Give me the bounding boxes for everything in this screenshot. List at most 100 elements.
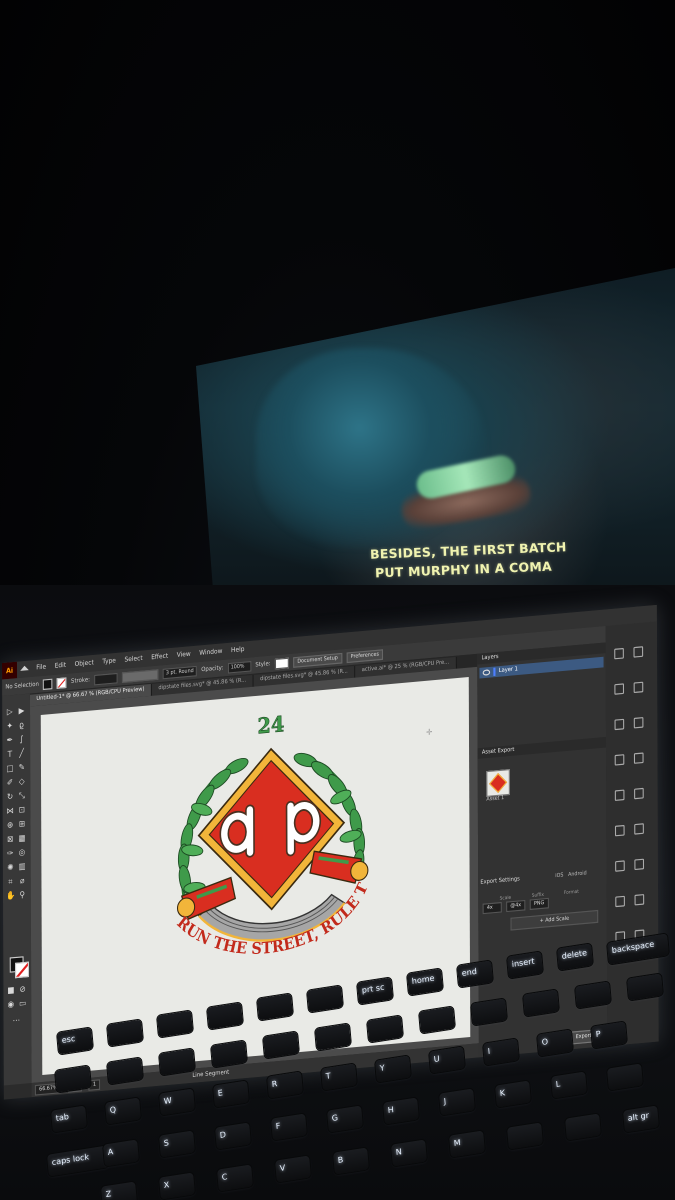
curvature-tool-icon[interactable]: ∫: [17, 734, 26, 744]
stroke-swatch[interactable]: [57, 676, 67, 689]
shaper-tool-icon[interactable]: ✐: [6, 778, 15, 788]
home-icon[interactable]: [17, 660, 32, 678]
swatches-icon[interactable]: [633, 681, 644, 694]
menu-effect[interactable]: Effect: [147, 653, 173, 662]
menu-type[interactable]: Type: [98, 657, 120, 666]
gradient-panel-icon[interactable]: [633, 752, 644, 764]
format-caption: Format: [563, 887, 579, 896]
eraser-tool-icon[interactable]: ◇: [17, 777, 26, 787]
libraries-icon[interactable]: [633, 646, 644, 658]
menu-select[interactable]: Select: [120, 655, 147, 664]
emblem-artwork[interactable]: 24 RUN THE STREET, RULE THE STATE: [142, 700, 400, 1006]
key-label: H: [387, 1104, 395, 1115]
zoom-tool-icon[interactable]: ⚲: [18, 890, 27, 900]
menu-edit[interactable]: Edit: [50, 662, 70, 671]
appearance-icon[interactable]: [634, 787, 644, 800]
asset-thumbnail[interactable]: [486, 769, 510, 798]
menu-file[interactable]: File: [32, 663, 50, 672]
align-icon[interactable]: [634, 823, 644, 835]
perspective-grid-tool-icon[interactable]: ⊞: [18, 819, 27, 829]
direct-selection-tool-icon[interactable]: ▶: [17, 706, 26, 716]
graphic-styles-icon[interactable]: [614, 824, 625, 837]
hand-tool-icon[interactable]: ✋: [6, 891, 15, 901]
brushes-icon[interactable]: [614, 718, 625, 731]
canvas-area[interactable]: 24 RUN THE STREET, RULE THE STATE ✛: [30, 666, 479, 1083]
key-prt-sc[interactable]: prt sc: [357, 977, 393, 1005]
artboard-tool-icon[interactable]: ⌗: [6, 877, 15, 887]
more-tools-icon[interactable]: ⋯: [12, 1015, 21, 1026]
key-n[interactable]: N: [391, 1139, 427, 1167]
suffix-field[interactable]: @4x: [506, 899, 526, 913]
key-unlabeled-1-11[interactable]: [627, 973, 663, 1001]
key-h[interactable]: H: [383, 1097, 419, 1125]
menu-window[interactable]: Window: [195, 648, 227, 658]
draw-mode-icon[interactable]: ◉: [7, 999, 16, 1010]
color-mode-icon[interactable]: ■: [7, 985, 16, 995]
scale-select[interactable]: 4x: [482, 901, 502, 915]
brush-select[interactable]: 3 pt. Round: [162, 665, 197, 679]
pen-tool-icon[interactable]: ✒: [6, 735, 15, 745]
add-scale-button[interactable]: + Add Scale: [510, 909, 599, 931]
paintbrush-tool-icon[interactable]: ✎: [17, 762, 26, 772]
mesh-tool-icon[interactable]: ⊠: [6, 834, 15, 844]
color-icon[interactable]: [614, 683, 625, 695]
free-transform-tool-icon[interactable]: ⊡: [18, 805, 27, 815]
lasso-tool-icon[interactable]: ϱ: [17, 720, 26, 730]
key-label: A: [107, 1146, 114, 1157]
line-segment-tool-icon[interactable]: ╱: [17, 748, 26, 758]
opacity-label: Opacity:: [201, 664, 224, 674]
opacity-field[interactable]: 100%: [227, 660, 252, 674]
screen-mode-icon[interactable]: ▭: [18, 998, 27, 1008]
format-select[interactable]: PNG: [529, 897, 549, 911]
style-swatch[interactable]: [274, 657, 289, 669]
key-label: C: [221, 1172, 228, 1182]
gradient-tool-icon[interactable]: ▦: [18, 833, 27, 843]
stroke-weight-field[interactable]: [94, 672, 118, 685]
width-tool-icon[interactable]: ⋈: [6, 806, 15, 816]
menu-view[interactable]: View: [172, 651, 195, 660]
key-a[interactable]: A: [103, 1139, 139, 1167]
stroke-color-swatch[interactable]: [15, 961, 30, 979]
scale-tool-icon[interactable]: ⤡: [18, 791, 27, 801]
key-y[interactable]: Y: [375, 1055, 411, 1083]
blend-tool-icon[interactable]: ◎: [18, 847, 27, 857]
menu-help[interactable]: Help: [227, 646, 249, 655]
visibility-eye-icon[interactable]: [482, 669, 491, 676]
document-setup-button[interactable]: Document Setup: [293, 652, 343, 668]
magic-wand-tool-icon[interactable]: ✦: [5, 721, 14, 731]
transparency-icon[interactable]: [614, 789, 625, 801]
key-unlabeled-0-1[interactable]: [107, 1019, 143, 1047]
transform-icon[interactable]: [634, 858, 645, 871]
key-unlabeled-1-1[interactable]: [107, 1057, 143, 1085]
selection-tool-icon[interactable]: ▷: [5, 707, 14, 717]
fill-swatch[interactable]: [43, 677, 53, 690]
key-label: P: [595, 1029, 602, 1040]
type-tool-icon[interactable]: T: [6, 749, 15, 759]
key-q[interactable]: Q: [105, 1097, 141, 1125]
pathfinder-icon[interactable]: [615, 860, 625, 872]
key-label: F: [275, 1121, 281, 1132]
rotate-tool-icon[interactable]: ↻: [6, 792, 15, 802]
android-tab[interactable]: Android: [568, 871, 587, 879]
export-settings-label[interactable]: Export Settings: [480, 877, 520, 886]
rectangle-tool-icon[interactable]: □: [6, 763, 15, 774]
key-label: E: [217, 1088, 224, 1098]
paragraph-icon[interactable]: [634, 894, 645, 906]
properties-icon[interactable]: [614, 647, 624, 660]
symbol-sprayer-tool-icon[interactable]: ✺: [6, 863, 15, 873]
slice-tool-icon[interactable]: ⌀: [18, 876, 27, 886]
none-mode-icon[interactable]: ⊘: [18, 984, 27, 994]
stroke-panel-icon[interactable]: [614, 754, 625, 766]
character-icon[interactable]: [615, 895, 625, 908]
symbols-icon[interactable]: [633, 717, 644, 729]
shape-builder-tool-icon[interactable]: ⊕: [6, 820, 15, 830]
eyedropper-tool-icon[interactable]: ✑: [6, 848, 15, 858]
ios-tab[interactable]: iOS: [555, 873, 563, 880]
preferences-button[interactable]: Preferences: [346, 648, 384, 663]
artboard[interactable]: 24 RUN THE STREET, RULE THE STATE ✛: [40, 677, 471, 1075]
variable-width-field[interactable]: [121, 668, 159, 683]
menu-object[interactable]: Object: [70, 659, 98, 669]
key-unlabeled-1-6[interactable]: [367, 1015, 403, 1043]
asset-export-title[interactable]: Asset Export: [477, 736, 607, 759]
graph-tool-icon[interactable]: ▥: [18, 862, 27, 872]
